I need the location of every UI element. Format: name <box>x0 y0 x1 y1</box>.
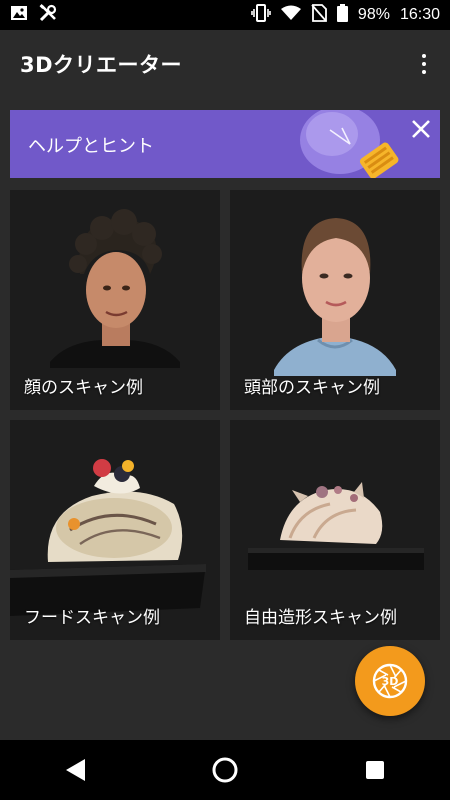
freeform-scan-example-card[interactable]: 自由造形スキャン例 <box>230 420 440 640</box>
start-3d-scan-button[interactable]: 3D <box>355 646 425 716</box>
card-label: 自由造形スキャン例 <box>244 608 397 628</box>
battery-percent: 98% <box>357 6 390 23</box>
card-label: フードスキャン例 <box>24 608 160 628</box>
help-and-tips-banner[interactable]: ヘルプとヒント <box>10 110 440 178</box>
clock: 16:30 <box>399 6 440 23</box>
status-bar-left <box>10 3 58 27</box>
card-label: 顔のスキャン例 <box>24 378 143 398</box>
app-bar: 3Dクリエーター <box>0 30 450 98</box>
battery-icon <box>336 4 348 26</box>
lightbulb-icon <box>300 110 399 178</box>
main-content: ヘルプとヒント 顔のスキャン例 頭部のスキャン例 フードスキャン例 自由造形スキ… <box>0 98 450 740</box>
home-icon[interactable] <box>195 745 255 795</box>
recents-icon[interactable] <box>345 745 405 795</box>
tools-icon <box>38 3 58 27</box>
face-scan-example-card[interactable]: 顔のスキャン例 <box>10 190 220 410</box>
card-label: 頭部のスキャン例 <box>244 378 380 398</box>
close-icon[interactable] <box>410 118 432 140</box>
status-bar-right: 98% 16:30 <box>251 4 440 26</box>
wifi-icon <box>280 5 301 25</box>
status-bar: 98% 16:30 <box>0 0 450 30</box>
food-scan-example-card[interactable]: フードスキャン例 <box>10 420 220 640</box>
fab-label: 3D <box>381 674 399 688</box>
image-icon <box>10 4 28 26</box>
head-scan-example-card[interactable]: 頭部のスキャン例 <box>230 190 440 410</box>
no-sim-icon <box>311 4 327 26</box>
app-title: 3Dクリエーター <box>20 53 183 77</box>
help-banner-title: ヘルプとヒント <box>28 136 154 157</box>
more-vert-icon[interactable] <box>414 50 434 78</box>
back-icon[interactable] <box>45 745 105 795</box>
vibrate-icon <box>251 4 271 26</box>
system-nav-bar <box>0 740 450 800</box>
